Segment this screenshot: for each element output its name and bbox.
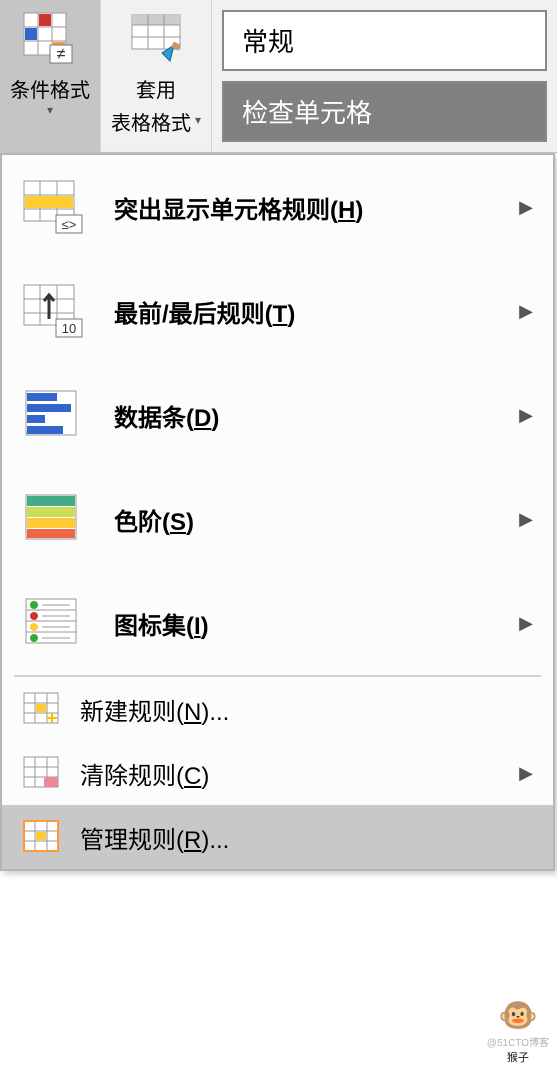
submenu-arrow-icon: ▶: [519, 613, 533, 634]
conditional-format-label: 条件格式: [10, 74, 90, 103]
svg-text:≠: ≠: [57, 46, 66, 63]
submenu-arrow-icon: ▶: [519, 763, 533, 784]
dropdown-arrow-icon: ▾: [195, 113, 201, 127]
icon-sets-label: 图标集(I): [114, 606, 519, 641]
monkey-icon: 🐵: [498, 996, 538, 1034]
watermark-text: @51CTO博客: [487, 1034, 549, 1049]
conditional-format-button[interactable]: ≠ 条件格式 ▾: [0, 0, 101, 152]
submenu-arrow-icon: ▶: [519, 301, 533, 322]
watermark-label: 猴子: [507, 1049, 529, 1065]
data-bars-label: 数据条(D): [114, 398, 519, 433]
new-rule-label: 新建规则(N)...: [80, 692, 533, 727]
manage-rules-icon: [22, 819, 62, 855]
highlight-cells-label: 突出显示单元格规则(H): [114, 190, 519, 225]
ribbon-area: ≠ 条件格式 ▾ 套用 表格格式 ▾ 常规 检查单元格: [0, 0, 557, 153]
color-scales-icon: [22, 491, 86, 547]
highlight-cells-rules[interactable]: ≤> 突出显示单元格规则(H) ▶: [2, 155, 553, 259]
style-check-cell[interactable]: 检查单元格: [222, 81, 547, 142]
submenu-arrow-icon: ▶: [519, 197, 533, 218]
clear-rules-label: 清除规则(C): [80, 756, 519, 791]
svg-text:≤>: ≤>: [62, 217, 77, 232]
new-rule-icon: [22, 691, 62, 727]
new-rule[interactable]: 新建规则(N)...: [2, 677, 553, 741]
top-bottom-label: 最前/最后规则(T): [114, 294, 519, 329]
top-bottom-icon: 10: [22, 283, 86, 339]
color-scales[interactable]: 色阶(S) ▶: [2, 467, 553, 571]
highlight-cells-icon: ≤>: [22, 179, 86, 235]
data-bars-icon: [22, 387, 86, 443]
data-bars[interactable]: 数据条(D) ▶: [2, 363, 553, 467]
table-format-icon: [125, 8, 187, 70]
color-scales-label: 色阶(S): [114, 502, 519, 537]
icon-sets-icon: [22, 595, 86, 651]
watermark: 🐵 @51CTO博客 猴子: [487, 996, 549, 1065]
top-bottom-rules[interactable]: 10 最前/最后规则(T) ▶: [2, 259, 553, 363]
cell-styles-area: 常规 检查单元格: [212, 0, 557, 152]
dropdown-arrow-icon: ▾: [47, 103, 53, 117]
clear-rules[interactable]: 清除规则(C) ▶: [2, 741, 553, 805]
table-format-label1: 套用: [136, 74, 176, 103]
submenu-arrow-icon: ▶: [519, 405, 533, 426]
submenu-arrow-icon: ▶: [519, 509, 533, 530]
svg-text:10: 10: [62, 321, 76, 336]
manage-rules[interactable]: 管理规则(R)...: [2, 805, 553, 869]
icon-sets[interactable]: 图标集(I) ▶: [2, 571, 553, 675]
table-format-button[interactable]: 套用 表格格式 ▾: [101, 0, 212, 152]
clear-rules-icon: [22, 755, 62, 791]
conditional-format-menu: ≤> 突出显示单元格规则(H) ▶ 10 最前/最后规则(T) ▶: [0, 153, 555, 871]
manage-rules-label: 管理规则(R)...: [80, 820, 533, 855]
style-normal[interactable]: 常规: [222, 10, 547, 71]
conditional-format-icon: ≠: [19, 8, 81, 70]
table-format-label2: 表格格式: [111, 107, 191, 136]
